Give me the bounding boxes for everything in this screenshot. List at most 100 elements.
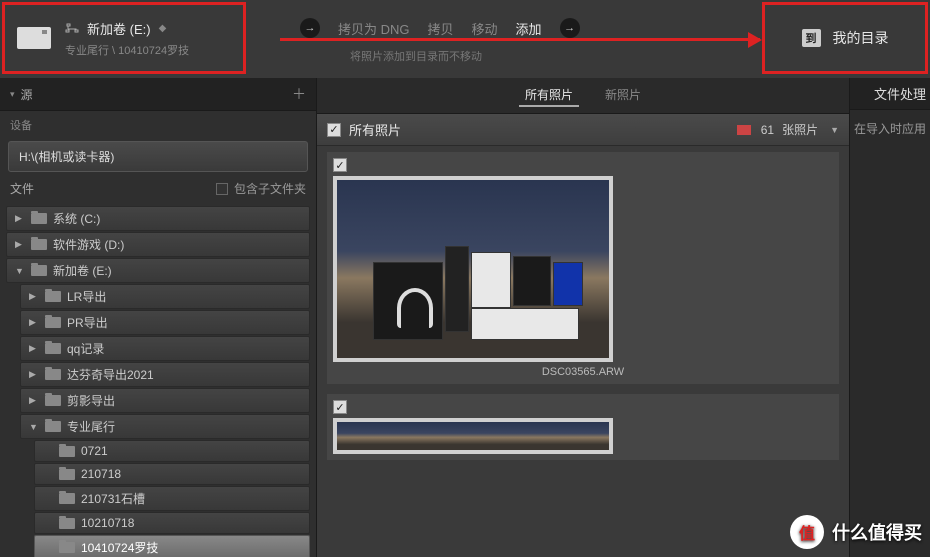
filter-title: 所有照片: [349, 120, 729, 139]
tree-item[interactable]: 210731石槽: [34, 486, 310, 511]
tree-item-label: 新加卷 (E:): [53, 262, 112, 279]
sort-label[interactable]: 张照片: [782, 121, 818, 138]
mode-copy[interactable]: 拷贝: [428, 19, 454, 38]
tree-item-label: PR导出: [67, 314, 108, 331]
files-section-label: 文件: [10, 180, 34, 197]
folder-icon: [59, 446, 75, 457]
tree-item-label: 达芬奇导出2021: [67, 366, 154, 383]
source-drive-label: 新加卷 (E:): [87, 19, 151, 38]
tree-item[interactable]: ▶系统 (C:): [6, 206, 310, 231]
tree-item-label: 10410724罗技: [81, 539, 158, 556]
tree-item-label: 软件游戏 (D:): [53, 236, 124, 253]
tree-item[interactable]: ▼ 专业尾行: [20, 414, 310, 439]
device-button[interactable]: H:\(相机或读卡器): [8, 141, 308, 172]
add-source-button[interactable]: ＋: [292, 84, 306, 104]
device-section-label: 设备: [0, 111, 316, 139]
select-all-checkbox[interactable]: ✓: [327, 123, 341, 137]
tree-item-label: 210718: [81, 467, 121, 481]
tree-item[interactable]: ▶ LR导出: [20, 284, 310, 309]
expand-icon: ▶: [29, 369, 39, 380]
thumbnail-cell[interactable]: ✓ DSC03565.ARW: [327, 152, 839, 384]
source-selector[interactable]: 新加卷 (E:) ◆ 专业尾行 \ 10410724罗技: [2, 2, 246, 74]
tree-item[interactable]: 10210718: [34, 512, 310, 534]
watermark: 值 什么值得买: [790, 515, 922, 549]
top-bar: 新加卷 (E:) ◆ 专业尾行 \ 10410724罗技 → 拷贝为 DNG 拷…: [0, 0, 930, 78]
destination-label: 我的目录: [833, 28, 889, 48]
folder-icon: [59, 518, 75, 529]
folder-tree[interactable]: ▶系统 (C:)▶软件游戏 (D:)▼新加卷 (E:)▶LR导出▶PR导出▶qq…: [0, 203, 316, 557]
tree-item-label: 10210718: [81, 516, 134, 530]
sort-badge-icon: [737, 125, 751, 135]
folder-icon: [45, 317, 61, 328]
tree-item[interactable]: ▶ PR导出: [20, 310, 310, 335]
center-panel: 所有照片 新照片 ✓ 所有照片 61 张照片 ▼ ✓ DSC03565.ARW …: [316, 78, 850, 557]
thumbnail-cell[interactable]: ✓: [327, 394, 839, 460]
mode-add[interactable]: 添加: [516, 19, 542, 38]
folder-icon: [45, 291, 61, 302]
annotation-arrow: [280, 38, 760, 41]
tree-item[interactable]: 210718: [34, 463, 310, 485]
tree-item-label: 剪影导出: [67, 392, 115, 409]
folder-icon: [59, 493, 75, 504]
tree-item-label: LR导出: [67, 288, 106, 305]
tree-item[interactable]: ▼ 新加卷 (E:): [6, 258, 310, 283]
chevron-down-icon: ▾: [10, 89, 15, 100]
tree-item[interactable]: ▶ 软件游戏 (D:): [6, 232, 310, 257]
hierarchy-icon: [65, 23, 79, 33]
tree-item[interactable]: 0721: [34, 440, 310, 462]
thumbnail-grid[interactable]: ✓ DSC03565.ARW ✓: [317, 146, 849, 557]
photo-count: 61: [761, 123, 774, 137]
center-tabs: 所有照片 新照片: [317, 78, 849, 114]
folder-icon: [45, 395, 61, 406]
tree-item[interactable]: ▶ 剪影导出: [20, 388, 310, 413]
thumbnail-filename: DSC03565.ARW: [333, 362, 833, 378]
thumb-checkbox[interactable]: ✓: [333, 400, 347, 414]
mode-move[interactable]: 移动: [472, 19, 498, 38]
file-handling-header[interactable]: 文件处理: [850, 78, 930, 110]
arrow-right-icon: →: [560, 18, 580, 38]
tree-item[interactable]: ▶ qq记录: [20, 336, 310, 361]
expand-icon: ▼: [15, 266, 25, 276]
folder-icon: [31, 213, 47, 224]
tab-new-photos[interactable]: 新照片: [599, 84, 647, 107]
tree-item-label: qq记录: [67, 340, 104, 357]
expand-icon: ▼: [29, 422, 39, 432]
destination-selector[interactable]: 到 我的目录: [762, 2, 928, 74]
import-mode-selector: → 拷贝为 DNG 拷贝 移动 添加 →: [300, 18, 580, 38]
caret-down-icon: ◆: [159, 23, 167, 34]
thumb-checkbox[interactable]: ✓: [333, 158, 347, 172]
expand-icon: ▶: [29, 317, 39, 328]
checkbox-icon: [216, 183, 228, 195]
folder-icon: [59, 469, 75, 480]
folder-icon: [45, 421, 61, 432]
apply-on-import-header[interactable]: 在导入时应用: [850, 110, 930, 147]
source-header-label: 源: [21, 86, 33, 103]
expand-icon: ▶: [29, 395, 39, 406]
thumbnail-image[interactable]: [333, 176, 613, 362]
expand-icon: ▶: [29, 291, 39, 302]
include-subfolders-label: 包含子文件夹: [234, 180, 306, 197]
tree-item-label: 专业尾行: [67, 418, 115, 435]
source-breadcrumb: 专业尾行 \ 10410724罗技: [65, 42, 189, 58]
mode-copy-dng[interactable]: 拷贝为 DNG: [338, 19, 410, 38]
chevron-down-icon[interactable]: ▼: [830, 125, 839, 135]
main-area: ▾ 源 ＋ 设备 H:\(相机或读卡器) 文件 包含子文件夹 ▶系统 (C:)▶…: [0, 78, 930, 557]
source-panel-header[interactable]: ▾ 源 ＋: [0, 78, 316, 111]
thumbnail-image[interactable]: [333, 418, 613, 454]
filter-bar: ✓ 所有照片 61 张照片 ▼: [317, 114, 849, 146]
expand-icon: ▶: [29, 343, 39, 354]
tab-all-photos[interactable]: 所有照片: [519, 84, 579, 107]
expand-icon: ▶: [15, 213, 25, 224]
folder-icon: [31, 239, 47, 250]
tree-item-label: 210731石槽: [81, 490, 145, 507]
destination-badge: 到: [802, 29, 821, 47]
folder-icon: [45, 343, 61, 354]
tree-item[interactable]: ▶ 达芬奇导出2021: [20, 362, 310, 387]
right-panel: 文件处理 在导入时应用: [850, 78, 930, 557]
folder-icon: [31, 265, 47, 276]
expand-icon: ▶: [15, 239, 25, 250]
include-subfolders-checkbox[interactable]: 包含子文件夹: [216, 180, 306, 197]
tree-item[interactable]: 10410724罗技: [34, 535, 310, 557]
folder-icon: [45, 369, 61, 380]
drive-icon: [17, 27, 51, 49]
